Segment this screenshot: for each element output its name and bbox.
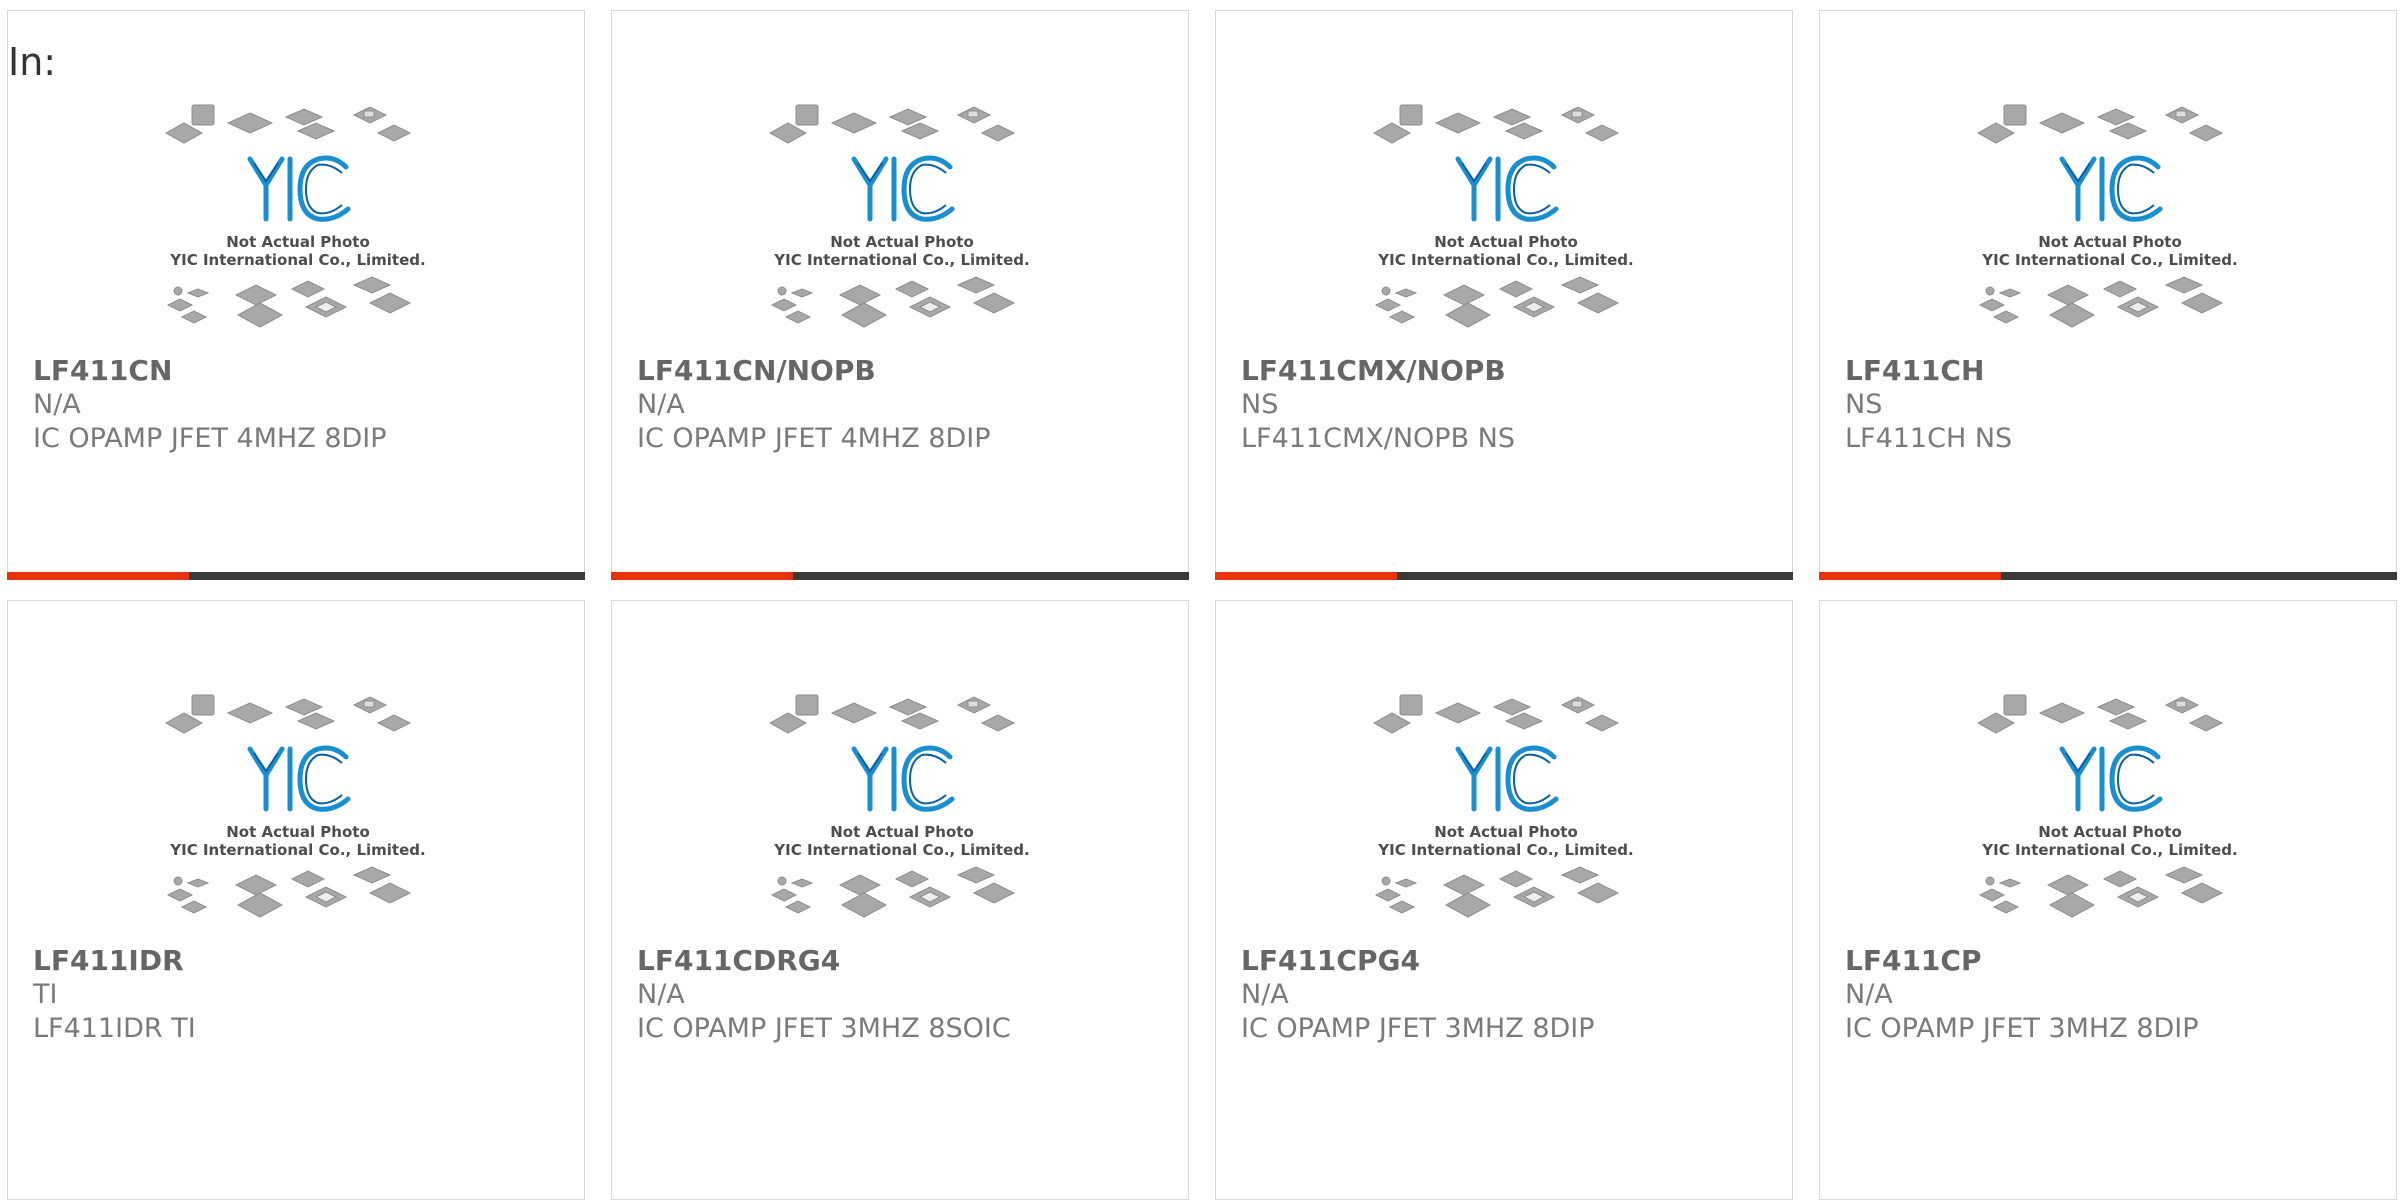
- description: IC OPAMP JFET 4MHZ 8DIP: [33, 423, 387, 454]
- product-card[interactable]: Not Actual Photo YIC International Co., …: [611, 600, 1189, 1200]
- photo-caption: Not Actual Photo YIC International Co., …: [1378, 233, 1634, 269]
- placeholder-photo-icon: [158, 683, 438, 943]
- photo-caption: Not Actual Photo YIC International Co., …: [1982, 233, 2238, 269]
- photo-caption: Not Actual Photo YIC International Co., …: [170, 233, 426, 269]
- part-number[interactable]: LF411CPG4: [1241, 944, 1781, 978]
- description: IC OPAMP JFET 3MHZ 8DIP: [1241, 1013, 1595, 1044]
- card-bottom-bar: [1215, 572, 1793, 580]
- placeholder-photo-icon: [1366, 683, 1646, 943]
- manufacturer: N/A: [1241, 979, 1289, 1010]
- product-card[interactable]: Not Actual Photo YIC International Co., …: [1819, 600, 2397, 1200]
- manufacturer: N/A: [637, 979, 685, 1010]
- part-number[interactable]: LF411CH: [1845, 354, 2385, 388]
- description: IC OPAMP JFET 4MHZ 8DIP: [637, 423, 991, 454]
- photo-caption: Not Actual Photo YIC International Co., …: [774, 823, 1030, 859]
- product-card[interactable]: Not Actual Photo YIC International Co., …: [1819, 10, 2397, 580]
- description: IC OPAMP JFET 3MHZ 8DIP: [1845, 1013, 2199, 1044]
- photo-caption: Not Actual Photo YIC International Co., …: [1982, 823, 2238, 859]
- card-bottom-bar: [7, 572, 585, 580]
- photo-caption: Not Actual Photo YIC International Co., …: [170, 823, 426, 859]
- part-number[interactable]: LF411CMX/NOPB: [1241, 354, 1781, 388]
- photo-caption: Not Actual Photo YIC International Co., …: [1378, 823, 1634, 859]
- product-card[interactable]: Not Actual Photo YIC International Co., …: [611, 10, 1189, 580]
- card-accent-bar: [611, 572, 793, 580]
- card-bottom-bar: [1819, 572, 2397, 580]
- placeholder-photo-icon: [158, 93, 438, 353]
- manufacturer: NS: [1845, 389, 1883, 420]
- description: LF411IDR TI: [33, 1013, 196, 1044]
- description: IC OPAMP JFET 3MHZ 8SOIC: [637, 1013, 1011, 1044]
- part-number[interactable]: LF411IDR: [33, 944, 573, 978]
- placeholder-photo-icon: [1970, 683, 2250, 943]
- card-accent-bar: [7, 572, 189, 580]
- description: LF411CMX/NOPB NS: [1241, 423, 1516, 454]
- card-bottom-bar: [611, 572, 1189, 580]
- manufacturer: NS: [1241, 389, 1279, 420]
- product-card[interactable]: Not Actual Photo YIC International Co., …: [1215, 600, 1793, 1200]
- description: LF411CH NS: [1845, 423, 2013, 454]
- part-number[interactable]: LF411CP: [1845, 944, 2385, 978]
- product-card[interactable]: Not Actual Photo YIC International Co., …: [7, 600, 585, 1200]
- product-card[interactable]: Not Actual Photo YIC International Co., …: [1215, 10, 1793, 580]
- card-accent-bar: [1819, 572, 2001, 580]
- photo-caption: Not Actual Photo YIC International Co., …: [774, 233, 1030, 269]
- placeholder-photo-icon: [762, 93, 1042, 353]
- part-number[interactable]: LF411CN/NOPB: [637, 354, 1177, 388]
- in-label: In:: [8, 40, 57, 84]
- card-accent-bar: [1215, 572, 1397, 580]
- manufacturer: N/A: [637, 389, 685, 420]
- part-number[interactable]: LF411CDRG4: [637, 944, 1177, 978]
- part-number[interactable]: LF411CN: [33, 354, 573, 388]
- placeholder-photo-icon: [1366, 93, 1646, 353]
- manufacturer: TI: [33, 979, 58, 1010]
- manufacturer: N/A: [1845, 979, 1893, 1010]
- manufacturer: N/A: [33, 389, 81, 420]
- placeholder-photo-icon: [1970, 93, 2250, 353]
- placeholder-photo-icon: [762, 683, 1042, 943]
- product-card[interactable]: Not Actual Photo YIC International Co., …: [7, 10, 585, 580]
